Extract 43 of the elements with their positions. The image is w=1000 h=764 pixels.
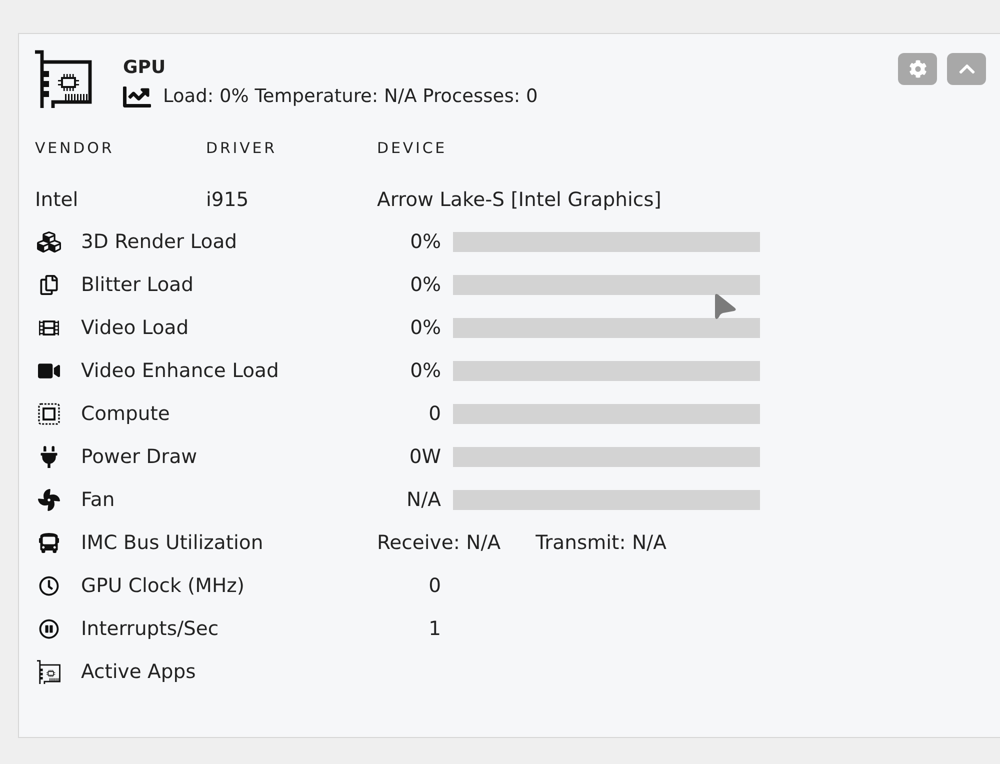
metric-value: 0 [428, 574, 441, 598]
graphics-card-icon [35, 50, 93, 108]
film-icon [38, 318, 58, 338]
metric-label: Fan [81, 488, 115, 512]
metric-value: N/A [406, 488, 441, 512]
table-cell: Arrow Lake-S [Intel Graphics] [377, 188, 662, 212]
metric-value: 1 [428, 616, 441, 640]
column-header: VENDOR [35, 138, 114, 159]
metric-label: Video Load [81, 316, 189, 340]
cubes-icon [36, 230, 60, 254]
metric-label: Compute [81, 402, 170, 426]
metric-label: Active Apps [81, 660, 196, 684]
bus-icon [38, 532, 58, 552]
gpu-summary: Load: 0% Temperature: N/A Processes: 0 [163, 85, 538, 109]
metric-value: 0W [409, 444, 441, 468]
copy-icon [38, 274, 58, 294]
fan-icon [38, 488, 60, 510]
metric-value: Transmit: N/A [536, 530, 666, 554]
card-title: GPU [123, 56, 167, 80]
metric-label: 3D Render Load [81, 230, 238, 254]
chip-outline-icon [38, 402, 60, 424]
metric-label: Blitter Load [81, 272, 194, 296]
metric-value: 0 [428, 402, 441, 426]
settings-icon [908, 60, 926, 78]
column-header: DEVICE [377, 138, 448, 159]
metric-label: Interrupts/Sec [81, 616, 219, 640]
collapse-button[interactable] [947, 53, 986, 85]
metric-label: Video Enhance Load [81, 358, 279, 382]
metric-label: Power Draw [81, 444, 198, 468]
metric-value: 0% [410, 230, 441, 254]
metric-value: 0% [410, 358, 441, 382]
settings-button[interactable] [898, 53, 937, 85]
graphics-card-icon [36, 660, 60, 684]
metric-value: Receive: N/A [377, 530, 501, 554]
column-header: DRIVER [206, 138, 277, 159]
mouse-pointer-icon [713, 293, 737, 321]
metric-value: 0% [410, 316, 441, 340]
table-cell: i915 [206, 188, 249, 212]
metric-value: 0% [410, 272, 441, 296]
clock-icon [38, 576, 58, 596]
table-cell: Intel [35, 188, 78, 212]
metric-label: GPU Clock (MHz) [81, 574, 244, 598]
metric-label: IMC Bus Utilization [81, 530, 264, 554]
